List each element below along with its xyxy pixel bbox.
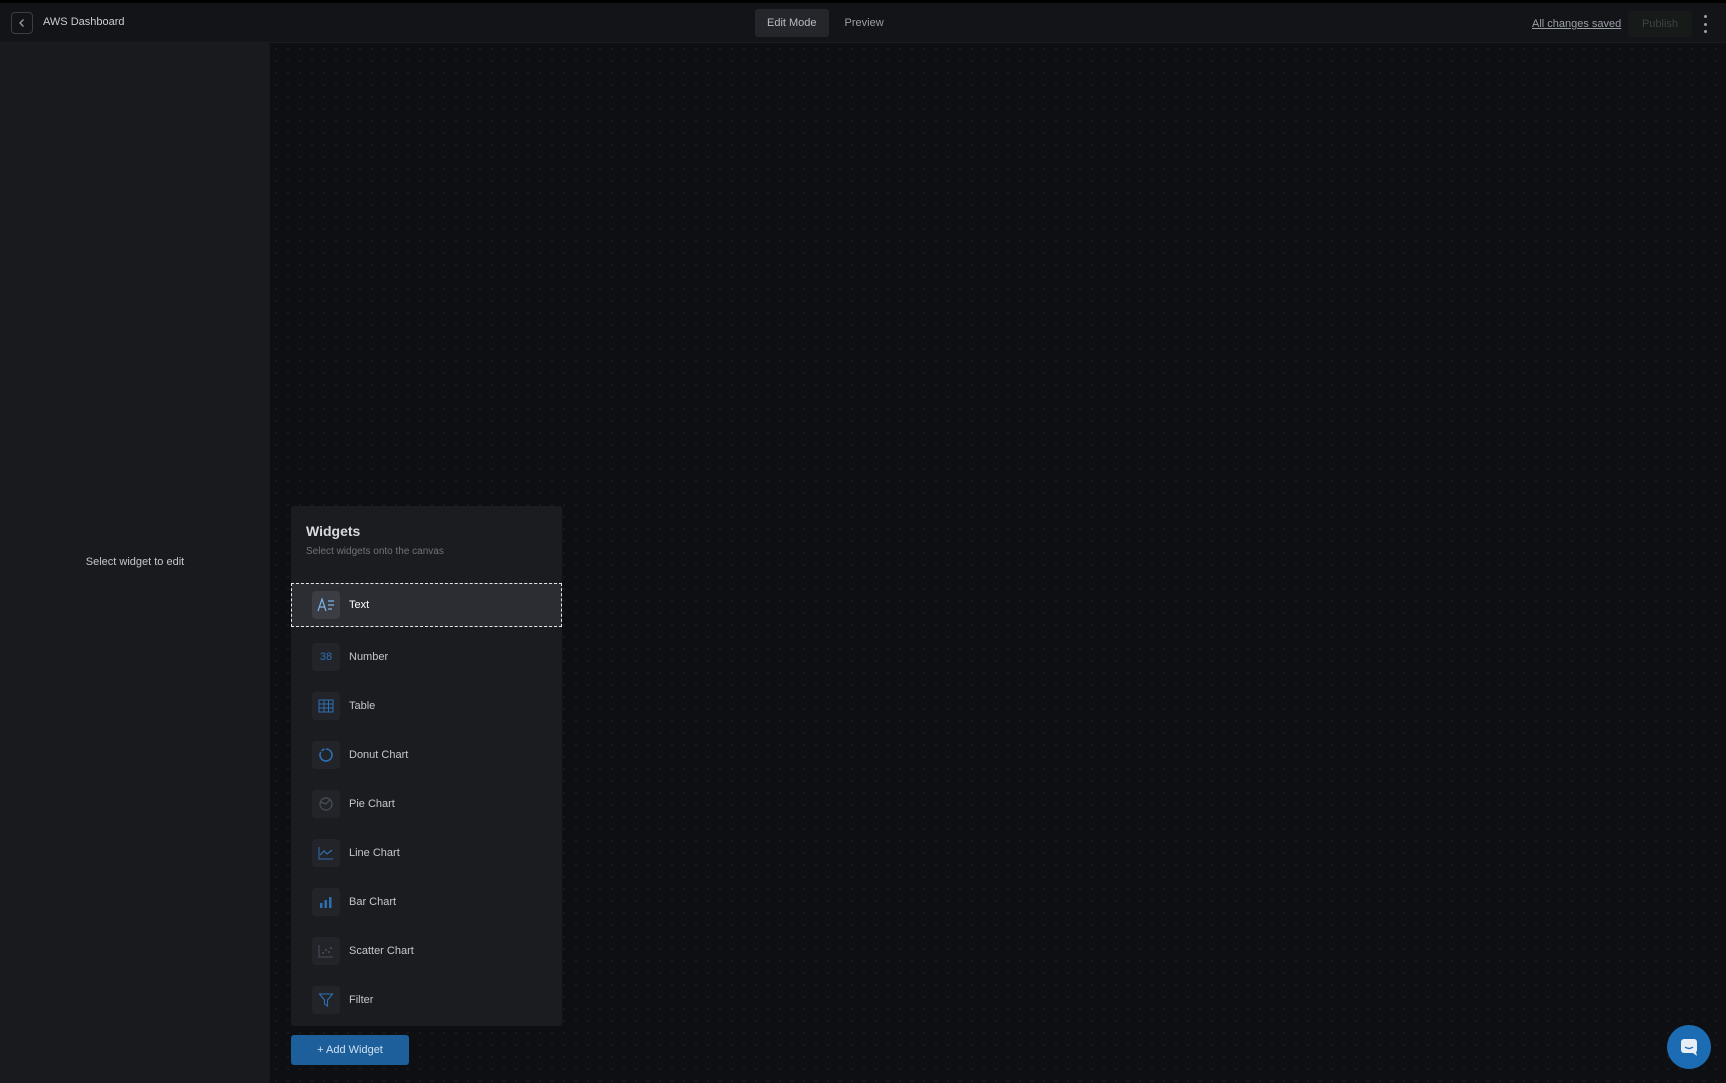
table-icon [312, 691, 340, 720]
widget-item-number[interactable]: 38 Number [291, 632, 562, 681]
widget-item-label: Scatter Chart [349, 944, 414, 957]
widget-item-table[interactable]: Table [291, 681, 562, 730]
widget-item-donut-chart[interactable]: Donut Chart [291, 730, 562, 779]
widget-item-bar-chart[interactable]: Bar Chart [291, 877, 562, 926]
pie-chart-icon [312, 789, 340, 818]
app-frame: AWS Dashboard Edit Mode Preview All chan… [0, 0, 1726, 1083]
widget-item-label: Text [349, 599, 370, 611]
widget-item-label: Table [349, 699, 376, 712]
line-chart-icon [312, 838, 340, 867]
widgets-panel-title: Widgets [306, 523, 361, 539]
widget-item-label: Filter [349, 993, 374, 1006]
kebab-menu-icon[interactable] [1700, 15, 1710, 33]
chat-icon [1681, 1039, 1697, 1056]
publish-button[interactable]: Publish [1628, 11, 1692, 37]
save-status-link[interactable]: All changes saved [1532, 18, 1621, 30]
widget-item-filter[interactable]: Filter [291, 975, 562, 1024]
add-widget-button[interactable]: + Add Widget [291, 1035, 409, 1065]
donut-chart-icon [312, 740, 340, 769]
widget-item-scatter-chart[interactable]: Scatter Chart [291, 926, 562, 975]
widget-item-label: Line Chart [349, 846, 400, 859]
widget-list: Text 38 Number Table Donut Chart Pie Cha… [291, 583, 562, 1024]
widget-item-label: Bar Chart [349, 895, 397, 908]
widget-item-label: Donut Chart [349, 748, 409, 761]
top-bar: AWS Dashboard Edit Mode Preview All chan… [0, 3, 1726, 43]
widget-item-pie-chart[interactable]: Pie Chart [291, 779, 562, 828]
mode-tabs: Edit Mode Preview [755, 9, 896, 37]
dashboard-title: AWS Dashboard [43, 16, 125, 28]
widget-item-text[interactable]: Text [291, 583, 562, 627]
chat-button[interactable] [1667, 1025, 1711, 1069]
editor-empty-hint: Select widget to edit [85, 556, 185, 568]
back-button[interactable] [11, 12, 33, 34]
widget-item-line-chart[interactable]: Line Chart [291, 828, 562, 877]
text-icon [312, 591, 340, 619]
chevron-left-icon [19, 19, 24, 27]
widget-item-label: Pie Chart [349, 797, 395, 810]
scatter-chart-icon [312, 936, 340, 965]
widgets-panel-subtitle: Select widgets onto the canvas [306, 546, 444, 557]
number-icon: 38 [312, 642, 340, 671]
editor-sidebar: Select widget to edit [0, 43, 270, 1083]
bar-chart-icon [312, 887, 340, 916]
tab-preview[interactable]: Preview [833, 9, 896, 37]
filter-icon [312, 985, 340, 1014]
tab-edit-mode[interactable]: Edit Mode [755, 9, 829, 37]
widgets-panel: Widgets Select widgets onto the canvas T… [291, 506, 562, 1026]
widget-item-label: Number [349, 650, 389, 663]
